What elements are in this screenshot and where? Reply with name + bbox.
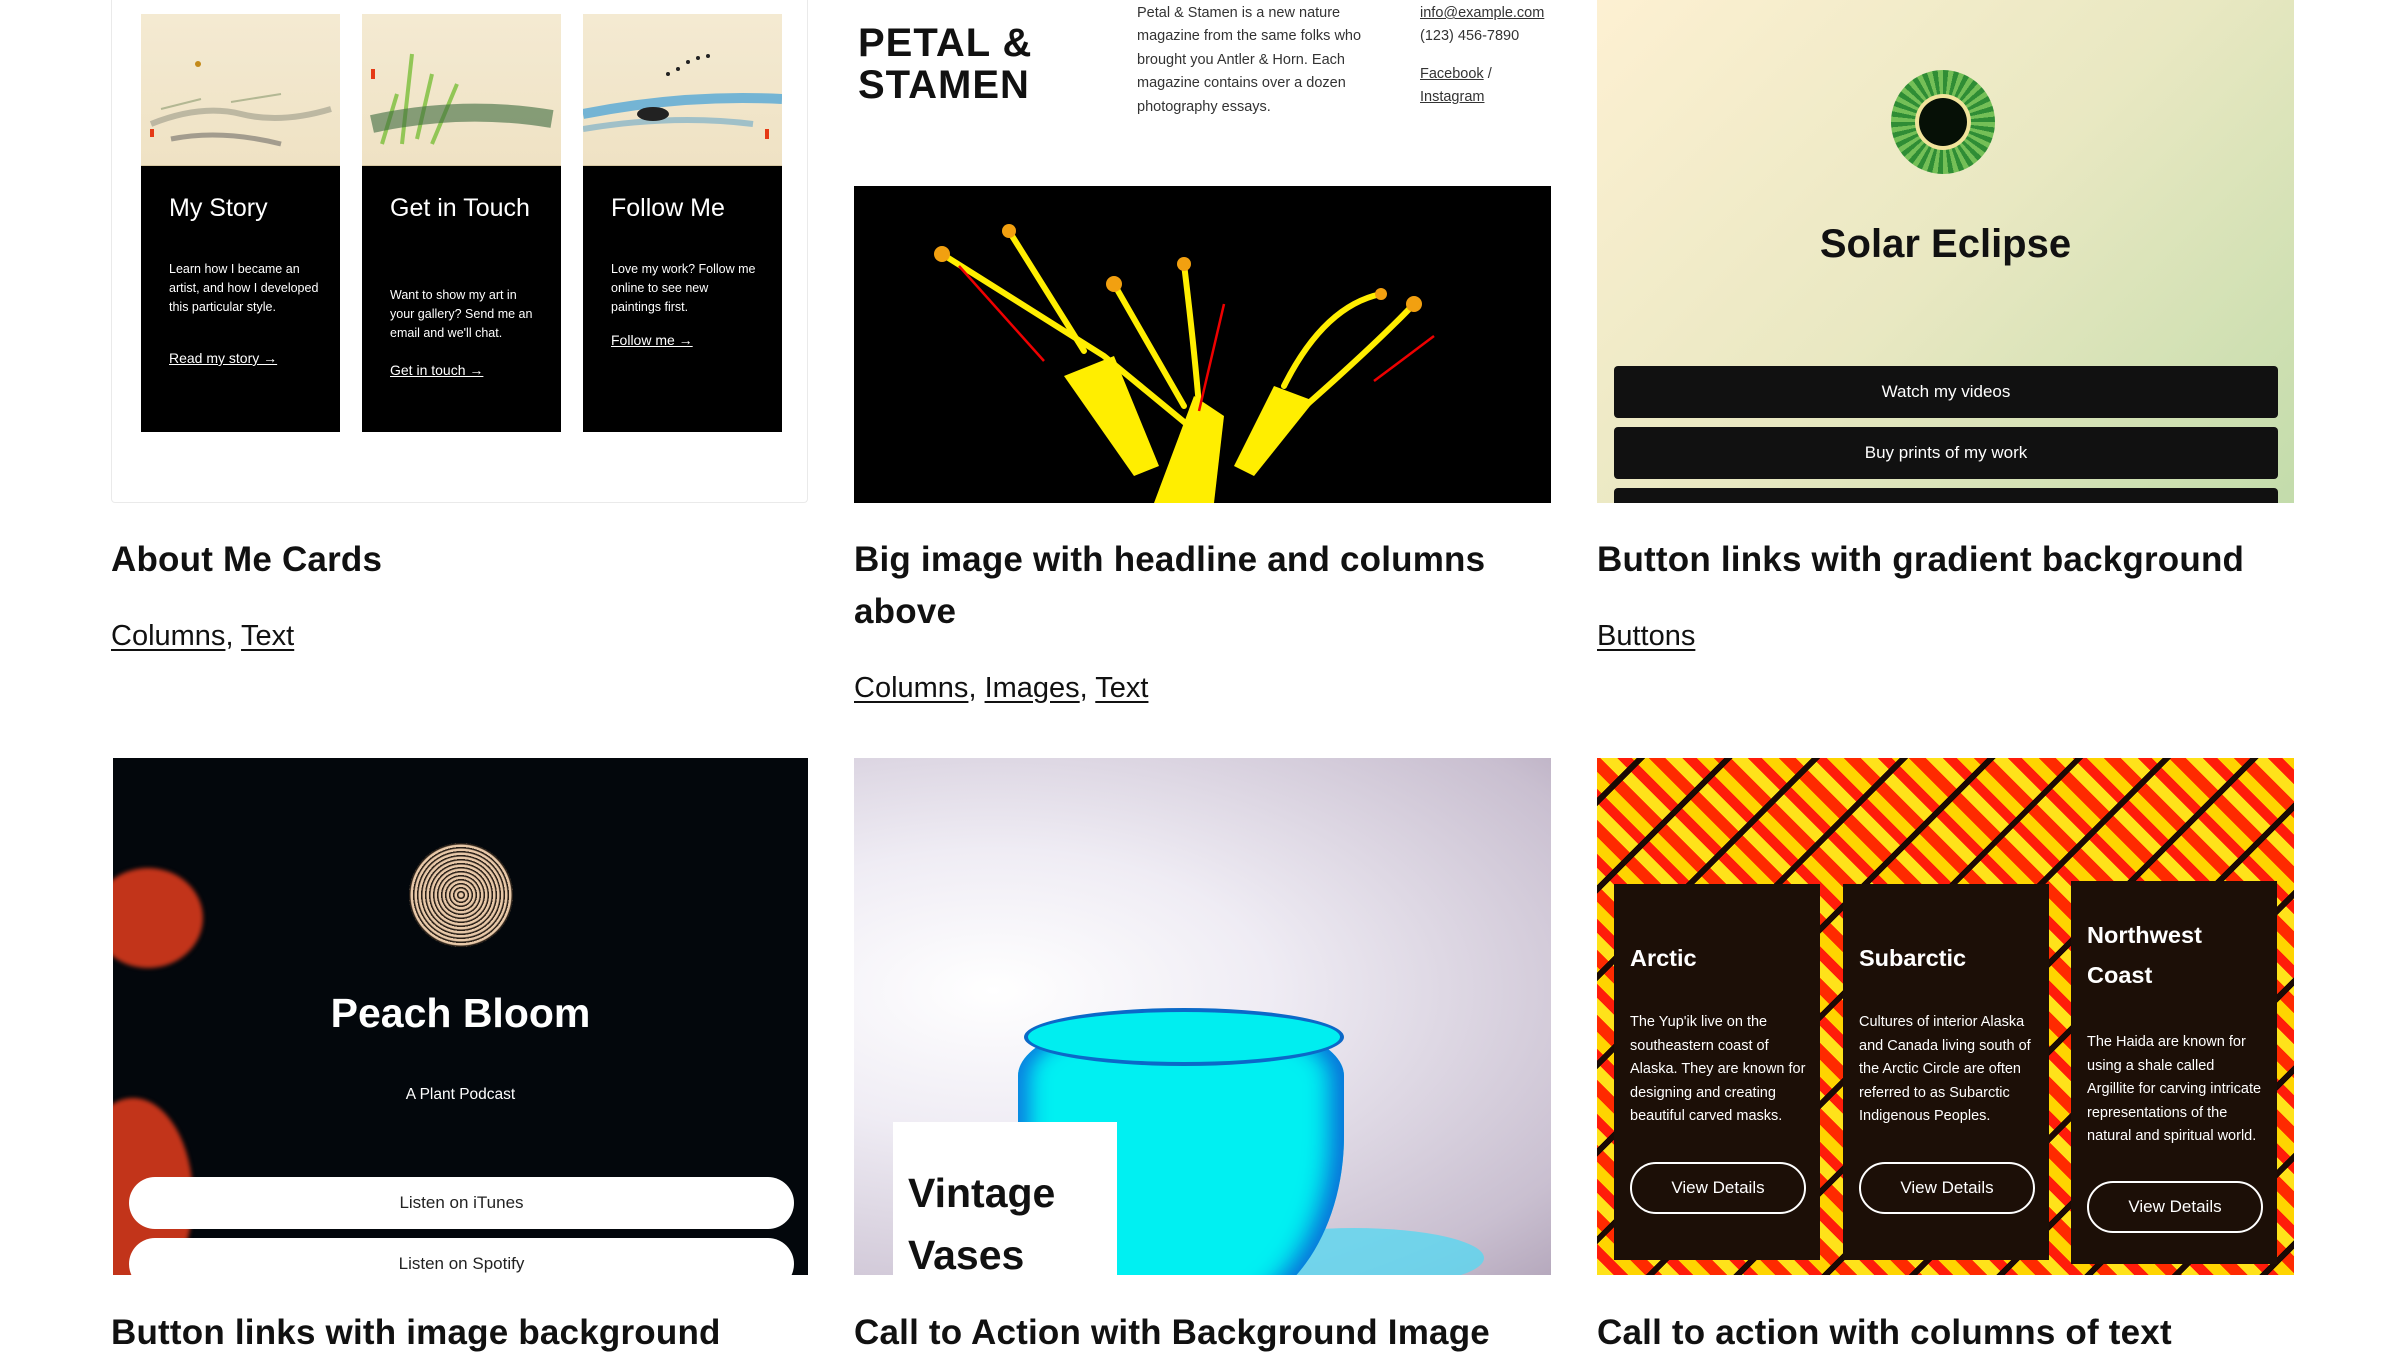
pattern-title[interactable]: About Me Cards xyxy=(111,534,382,586)
column-heading: Arctic xyxy=(1630,945,1697,971)
pattern-title[interactable]: Call to action with columns of text xyxy=(1597,1307,2172,1359)
buy-prints-button[interactable]: Buy prints of my work xyxy=(1614,427,2278,479)
tag-separator: , xyxy=(1079,672,1096,704)
landscape-painting-image xyxy=(141,14,340,166)
view-details-button[interactable]: View Details xyxy=(1859,1162,2035,1214)
column-northwest-coast: Northwest Coast The Haida are known for … xyxy=(2071,881,2277,1264)
column-body: The Yup'ik live on the southeastern coas… xyxy=(1630,1014,1806,1124)
watch-videos-button[interactable]: Watch my videos xyxy=(1614,366,2278,418)
eclipse-core xyxy=(1919,98,1967,146)
plants-painting-image xyxy=(362,14,561,166)
preview-heading: Peach Bloom xyxy=(330,990,591,1036)
column-arctic: Arctic The Yup'ik live on the southeaste… xyxy=(1614,884,1820,1260)
about-card-heading: My Story xyxy=(169,194,268,222)
read-my-story-link[interactable]: Read my story → xyxy=(169,350,277,366)
social-separator: / xyxy=(1483,65,1492,82)
about-card-follow-me: Follow Me Love my work? Follow me online… xyxy=(583,14,782,432)
listen-spotify-button[interactable]: Listen on Spotify xyxy=(129,1238,794,1275)
column-body: The Haida are known for using a shale ca… xyxy=(2087,1034,2262,1144)
tag-text-link[interactable]: Text xyxy=(1095,672,1148,704)
contact-column: info@example.com (123) 456-7890 Facebook… xyxy=(1420,2,1550,110)
about-card-my-story: My Story Learn how I became an artist, a… xyxy=(141,14,340,432)
pattern-tags: Buttons xyxy=(1597,620,1695,653)
column-heading: Northwest Coast xyxy=(2087,922,2202,988)
pattern-tags: Columns, Images, Text xyxy=(854,672,1148,705)
get-in-touch-link[interactable]: Get in touch → xyxy=(390,362,483,378)
birds-painting-image xyxy=(583,14,782,166)
tag-columns-link[interactable]: Columns xyxy=(854,672,968,704)
pattern-preview[interactable]: Peach Bloom A Plant Podcast Listen on iT… xyxy=(113,758,808,1275)
tag-columns-link[interactable]: Columns xyxy=(111,620,225,652)
preview-subheading: A Plant Podcast xyxy=(405,1086,516,1103)
pattern-preview[interactable]: Solar Eclipse Watch my videos Buy prints… xyxy=(1597,0,2294,503)
third-button-partial[interactable] xyxy=(1614,488,2278,503)
solar-eclipse-image xyxy=(1891,70,1995,174)
vase-rim xyxy=(1024,1008,1344,1066)
pattern-title[interactable]: Button links with image background xyxy=(111,1307,721,1359)
podcast-logo xyxy=(409,843,513,947)
view-details-button[interactable]: View Details xyxy=(2087,1181,2263,1233)
cta-box: Vintage Vases xyxy=(893,1122,1117,1275)
about-card-heading: Get in Touch xyxy=(390,194,530,222)
instagram-link[interactable]: Instagram xyxy=(1420,89,1484,105)
preview-heading: Solar Eclipse xyxy=(1819,222,2072,266)
pattern-title[interactable]: Button links with gradient background xyxy=(1597,534,2244,586)
phone-number: (123) 456-7890 xyxy=(1420,28,1520,45)
listen-itunes-button[interactable]: Listen on iTunes xyxy=(129,1177,794,1229)
cta-heading: Vintage Vases xyxy=(908,1170,1056,1275)
tag-buttons-link[interactable]: Buttons xyxy=(1597,620,1695,652)
column-subarctic: Subarctic Cultures of interior Alaska an… xyxy=(1843,884,2049,1260)
pattern-title[interactable]: Call to Action with Background Image xyxy=(854,1307,1490,1359)
view-details-button[interactable]: View Details xyxy=(1630,1162,1806,1214)
peach-petal-decor xyxy=(113,868,203,968)
tag-separator: , xyxy=(968,672,985,704)
pattern-preview[interactable]: PETAL & STAMEN Petal & Stamen is a new n… xyxy=(854,0,1551,503)
facebook-link[interactable]: Facebook xyxy=(1420,66,1484,82)
tag-text-link[interactable]: Text xyxy=(241,620,294,652)
about-card-heading: Follow Me xyxy=(611,194,725,222)
email-link[interactable]: info@example.com xyxy=(1420,5,1544,21)
about-card-body: Learn how I became an artist, and how I … xyxy=(169,262,319,314)
pattern-preview[interactable]: My Story Learn how I became an artist, a… xyxy=(111,0,808,503)
tag-images-link[interactable]: Images xyxy=(985,672,1080,704)
magazine-description: Petal & Stamen is a new nature magazine … xyxy=(1137,5,1362,115)
pattern-preview[interactable]: Arctic The Yup'ik live on the southeaste… xyxy=(1597,758,2294,1275)
about-card-body: Love my work? Follow me online to see ne… xyxy=(611,262,756,314)
pattern-tags: Columns, Text xyxy=(111,620,294,653)
magazine-headline: PETAL & STAMEN xyxy=(858,21,1033,107)
about-card-body: Want to show my art in your gallery? Sen… xyxy=(390,288,533,340)
tag-separator: , xyxy=(225,620,242,652)
pattern-preview[interactable]: Vintage Vases xyxy=(854,758,1551,1275)
column-body: Cultures of interior Alaska and Canada l… xyxy=(1859,1014,2031,1124)
flower-stamen-image xyxy=(854,186,1551,503)
pattern-title[interactable]: Big image with headline and columns abov… xyxy=(854,534,1534,638)
follow-me-link[interactable]: Follow me → xyxy=(611,332,693,348)
column-heading: Subarctic xyxy=(1859,945,1967,971)
about-card-get-in-touch: Get in Touch Want to show my art in your… xyxy=(362,14,561,432)
